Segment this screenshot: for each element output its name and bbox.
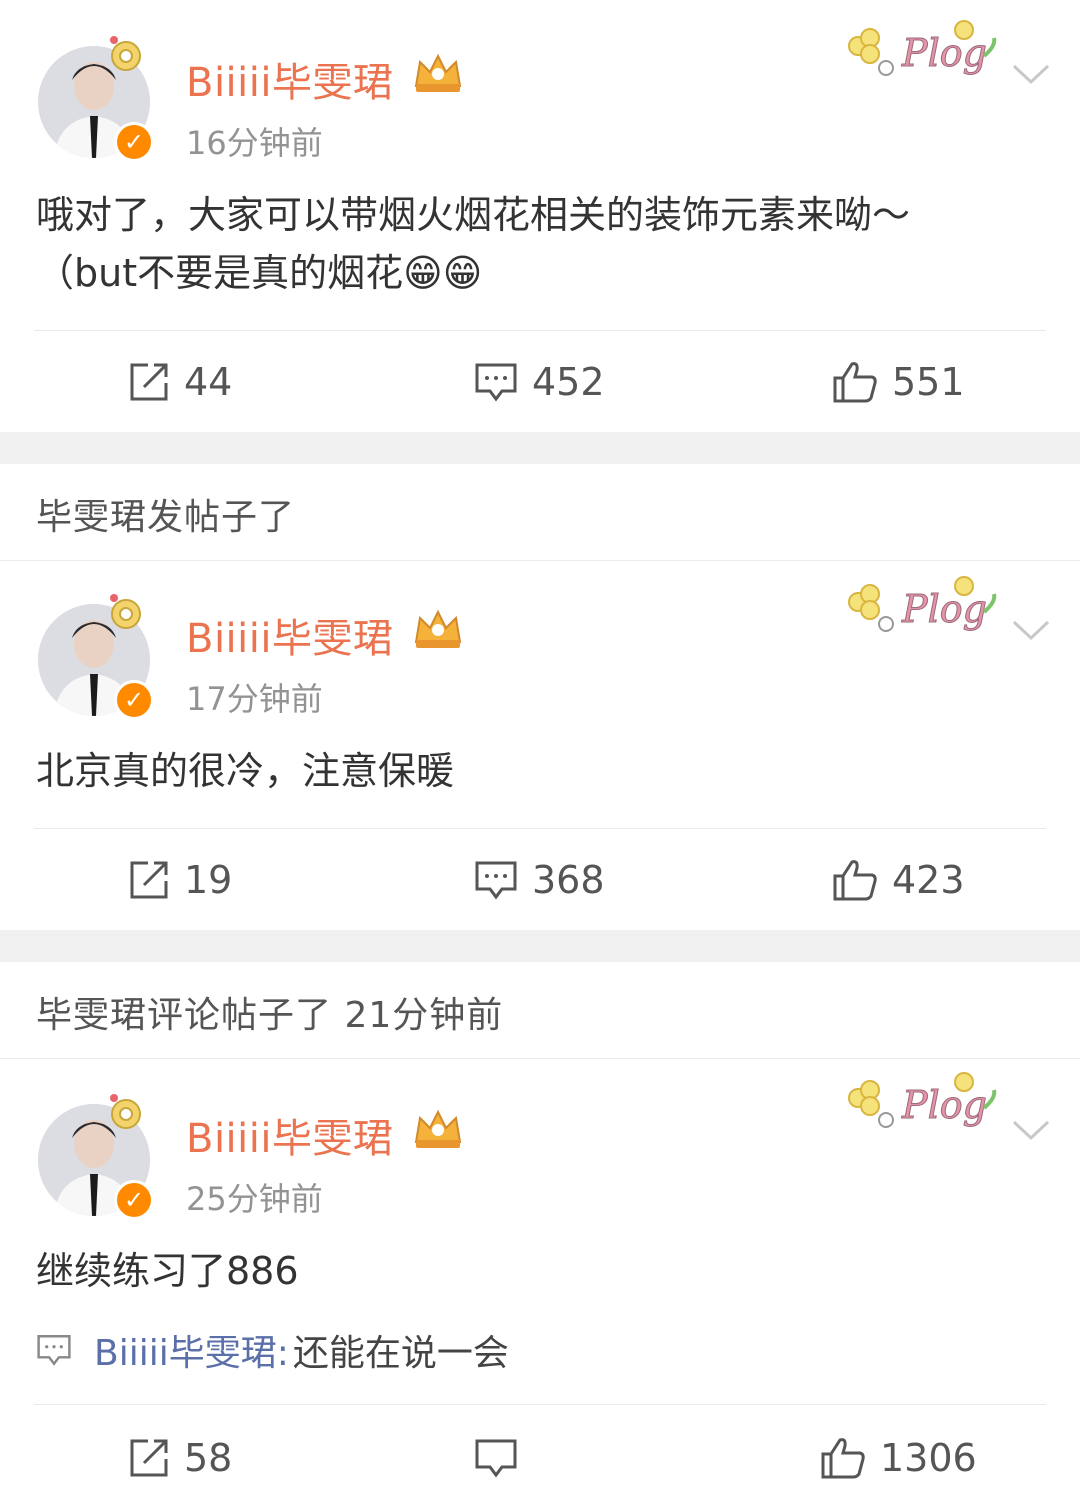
camera-decoration-icon [110,1094,141,1129]
repost-button[interactable]: 58 [128,1434,232,1482]
svg-text:Plog: Plog [901,587,987,631]
post-time: 16分钟前 [186,124,323,162]
feed-separator [0,432,1080,464]
comment-icon [475,861,517,900]
repost-count: 58 [184,1436,233,1480]
username[interactable]: Biiiii毕雯珺 [186,1106,394,1164]
post-content-line: 北京真的很冷，注意保暖 [36,749,455,793]
chevron-down-icon[interactable] [1010,1118,1052,1144]
repost-icon [130,861,168,899]
activity-header: 毕雯珺发帖子了 [0,464,1080,560]
activity-label: 毕雯珺评论帖子了 21分钟前 [36,995,504,1036]
plog-sticker-icon: Plog [848,20,997,76]
repost-icon [130,1439,168,1477]
comment-icon [475,363,517,402]
post-content: 哦对了，大家可以带烟火烟花相关的装饰元素来呦～ （but不要是真的烟花😁😁 [36,186,1046,302]
camera-decoration-icon [110,36,141,71]
post-content: 继续练习了886 [36,1242,1046,1300]
feed-post: ✓ Biiiii毕雯珺 16分钟前 Plog 哦对了，大家可以带烟火烟花相关的装… [0,0,1080,432]
feed-post: ✓ Biiiii毕雯珺 17分钟前 Plog 北京真的很冷，注意保暖 19 36… [0,562,1080,930]
like-button[interactable]: 551 [832,358,965,406]
comment-username[interactable]: Biiiii毕雯珺: [94,1324,289,1376]
verified-badge-icon: ✓ [114,1180,154,1220]
activity-header: 毕雯珺评论帖子了 21分钟前 [0,962,1080,1058]
member-crown-icon [414,609,462,648]
chevron-down-icon[interactable] [1010,618,1052,644]
post-content-line: 哦对了，大家可以带烟火烟花相关的装饰元素来呦～ [36,193,911,237]
comment-icon [475,1439,517,1478]
camera-decoration-icon [110,594,141,629]
post-time: 17分钟前 [186,680,323,718]
comment-text: 还能在说一会 [292,1333,509,1374]
comment-button[interactable]: 452 [474,358,605,406]
thumbs-up-icon [833,860,877,901]
svg-text:Plog: Plog [901,31,987,75]
comment-preview[interactable]: Biiiii毕雯珺: 还能在说一会 [36,1324,509,1376]
avatar[interactable]: ✓ [38,36,154,162]
like-button[interactable]: 423 [832,856,965,904]
plog-sticker-icon: Plog [848,1072,997,1128]
divider [0,560,1080,561]
like-count: 551 [892,360,965,404]
comment-count: 452 [532,360,605,404]
thumbs-up-icon [833,362,877,403]
avatar[interactable]: ✓ [38,594,154,720]
repost-icon [130,363,168,401]
post-content-line: 继续练习了886 [36,1249,299,1293]
feed-post: ✓ Biiiii毕雯珺 25分钟前 Plog 继续练习了886 Biiiii毕雯… [0,1060,1080,1496]
like-count: 423 [892,858,965,902]
feed-separator [0,930,1080,962]
username[interactable]: Biiiii毕雯珺 [186,606,394,664]
repost-button[interactable]: 44 [128,358,232,406]
like-button[interactable]: 1306 [820,1434,977,1482]
post-content: 北京真的很冷，注意保暖 [36,742,1046,800]
divider [34,1404,1046,1405]
verified-badge-icon: ✓ [114,122,154,162]
post-time: 25分钟前 [186,1180,323,1218]
repost-count: 44 [184,360,233,404]
comment-button[interactable] [474,1434,532,1482]
divider [0,1058,1080,1059]
svg-text:Plog: Plog [901,1083,987,1127]
member-crown-icon [414,53,462,92]
comment-icon [37,1335,71,1366]
comment-button[interactable]: 368 [474,856,605,904]
member-crown-icon [414,1109,462,1148]
repost-count: 19 [184,858,233,902]
verified-badge-icon: ✓ [114,680,154,720]
comment-count: 368 [532,858,605,902]
chevron-down-icon[interactable] [1010,62,1052,88]
activity-label: 毕雯珺发帖子了 [36,497,296,538]
divider [34,828,1046,829]
avatar[interactable]: ✓ [38,1094,154,1220]
username[interactable]: Biiiii毕雯珺 [186,50,394,108]
repost-button[interactable]: 19 [128,856,232,904]
plog-sticker-icon: Plog [848,576,997,632]
thumbs-up-icon [821,1438,865,1479]
post-content-line: （but不要是真的烟花😁😁 [36,251,483,295]
divider [34,330,1046,331]
like-count: 1306 [880,1436,977,1480]
